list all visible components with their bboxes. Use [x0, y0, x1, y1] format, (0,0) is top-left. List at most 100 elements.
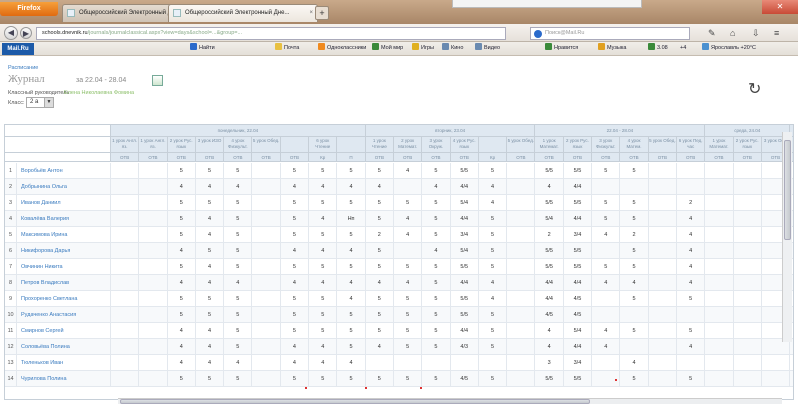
bookmark-like[interactable]: Нравится — [545, 42, 578, 55]
mark-cell[interactable] — [649, 227, 677, 243]
mark-cell[interactable] — [253, 179, 281, 195]
refresh-icon[interactable]: ↻ — [748, 81, 766, 99]
mark-cell[interactable]: 5 — [196, 243, 225, 259]
mark-cell[interactable]: 5/5 — [536, 163, 564, 179]
mark-cell[interactable] — [649, 243, 677, 259]
mark-cell[interactable] — [479, 355, 508, 371]
mark-cell[interactable] — [111, 307, 140, 323]
mark-cell[interactable]: 4/4 — [564, 179, 593, 195]
mark-cell[interactable]: 5 — [422, 259, 451, 275]
mark-cell[interactable]: 5 — [366, 243, 394, 259]
mark-cell[interactable]: 5 — [337, 259, 366, 275]
mark-cell[interactable] — [111, 371, 140, 387]
mark-cell[interactable]: 5 — [224, 323, 253, 339]
mark-cell[interactable]: 3/4 — [564, 355, 593, 371]
mark-cell[interactable]: 3/4 — [564, 227, 593, 243]
mark-cell[interactable]: 5 — [168, 291, 196, 307]
mark-cell[interactable]: 5 — [337, 307, 366, 323]
mark-cell[interactable]: 5 — [479, 163, 508, 179]
mark-cell[interactable] — [705, 163, 734, 179]
mark-cell[interactable]: 2 — [677, 195, 706, 211]
mark-cell[interactable]: 4 — [281, 243, 310, 259]
mark-cell[interactable] — [734, 179, 762, 195]
mark-cell[interactable] — [705, 211, 734, 227]
mark-cell[interactable] — [677, 163, 706, 179]
vertical-scrollbar[interactable] — [782, 132, 792, 342]
mark-cell[interactable] — [111, 291, 140, 307]
scrollbar-thumb[interactable] — [784, 140, 791, 240]
mark-cell[interactable]: 4 — [196, 259, 225, 275]
mark-cell[interactable]: 5 — [422, 371, 451, 387]
mark-cell[interactable]: 4/4 — [564, 275, 593, 291]
mark-cell[interactable]: 5 — [422, 339, 451, 355]
mark-cell[interactable] — [111, 339, 140, 355]
subject-header[interactable]: 4 урок Матем. — [620, 137, 649, 152]
mark-cell[interactable] — [507, 291, 536, 307]
student-name-link[interactable]: Ковалёва Валерия — [17, 211, 111, 227]
mark-cell[interactable] — [139, 179, 168, 195]
mark-cell[interactable]: 2 — [536, 227, 564, 243]
bookmark-video[interactable]: Видео — [475, 42, 500, 55]
mark-cell[interactable] — [705, 243, 734, 259]
mark-cell[interactable]: 4/5 — [564, 307, 593, 323]
student-name-link[interactable]: Смирнов Сергей — [17, 323, 111, 339]
mark-cell[interactable]: 5 — [394, 323, 423, 339]
subject-header[interactable]: 5 урок Обед. — [649, 137, 677, 152]
mark-cell[interactable]: 5/5 — [536, 371, 564, 387]
mark-cell[interactable] — [705, 339, 734, 355]
mark-cell[interactable] — [734, 307, 762, 323]
mark-cell[interactable]: 5 — [224, 243, 253, 259]
mark-cell[interactable]: 5 — [677, 291, 706, 307]
mark-cell[interactable]: 4 — [366, 339, 394, 355]
mark-cell[interactable]: 5 — [224, 291, 253, 307]
mark-cell[interactable] — [762, 355, 791, 371]
mark-cell[interactable] — [111, 179, 140, 195]
subject-header[interactable]: 5 урок Обед. — [253, 137, 281, 152]
mark-cell[interactable]: 4 — [337, 355, 366, 371]
mark-cell[interactable] — [139, 259, 168, 275]
mark-cell[interactable]: 5 — [677, 371, 706, 387]
mark-cell[interactable] — [139, 163, 168, 179]
scrollbar-thumb[interactable] — [120, 399, 590, 404]
mark-cell[interactable]: 4/5 — [451, 371, 479, 387]
mark-cell[interactable]: 5/4 — [564, 323, 593, 339]
mark-cell[interactable] — [111, 163, 140, 179]
student-name-link[interactable]: Тюленьков Иван — [17, 355, 111, 371]
back-button[interactable]: ◀ — [4, 26, 18, 40]
mark-cell[interactable]: 2 — [366, 227, 394, 243]
mark-cell[interactable]: 5 — [366, 259, 394, 275]
mark-cell[interactable]: 5 — [168, 211, 196, 227]
mark-cell[interactable]: 5 — [479, 227, 508, 243]
mark-cell[interactable]: 5 — [196, 195, 225, 211]
subject-header[interactable]: 1 урок Математ. — [705, 137, 734, 152]
mark-cell[interactable]: 4 — [422, 179, 451, 195]
mark-cell[interactable]: 5 — [337, 195, 366, 211]
mark-cell[interactable] — [620, 307, 649, 323]
mark-cell[interactable]: 4/4 — [564, 339, 593, 355]
mark-cell[interactable]: 5 — [620, 163, 649, 179]
student-name-link[interactable]: Воробьёв Антон — [17, 163, 111, 179]
search-input[interactable]: Поиск@Mail.Ru — [530, 27, 690, 40]
mark-cell[interactable] — [649, 211, 677, 227]
mark-cell[interactable]: 5 — [168, 371, 196, 387]
mark-cell[interactable] — [734, 291, 762, 307]
subject-header[interactable]: 2 урок Математ. — [394, 137, 423, 152]
mark-cell[interactable] — [620, 339, 649, 355]
mark-cell[interactable]: 4 — [592, 227, 621, 243]
mark-cell[interactable] — [111, 259, 140, 275]
student-name-link[interactable]: Добрынина Ольга — [17, 179, 111, 195]
mark-cell[interactable]: 4 — [592, 323, 621, 339]
bookmark-mymir[interactable]: Мой мир — [372, 42, 403, 55]
mark-cell[interactable] — [649, 355, 677, 371]
mark-cell[interactable]: 5 — [196, 371, 225, 387]
mark-cell[interactable] — [705, 307, 734, 323]
mark-cell[interactable]: 5 — [168, 307, 196, 323]
mark-cell[interactable]: 4 — [677, 275, 706, 291]
mark-cell[interactable]: 5 — [337, 371, 366, 387]
mark-cell[interactable]: 2 — [620, 227, 649, 243]
mark-cell[interactable]: 5 — [337, 339, 366, 355]
mark-cell[interactable] — [507, 227, 536, 243]
mark-cell[interactable]: 5/5 — [536, 195, 564, 211]
mark-cell[interactable]: 5 — [592, 163, 621, 179]
mark-cell[interactable]: 4/5 — [536, 307, 564, 323]
